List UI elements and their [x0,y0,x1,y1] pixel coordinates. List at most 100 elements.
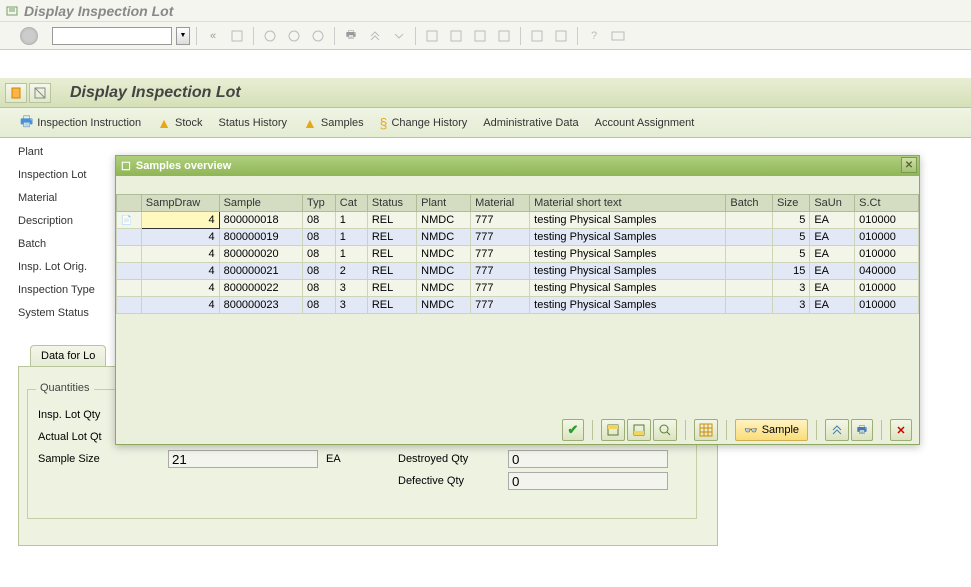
cell-saun[interactable]: EA [810,280,855,297]
row-selector[interactable] [117,297,142,314]
destroyed-qty-field[interactable] [508,450,668,468]
cell-size[interactable]: 5 [773,246,810,263]
cell-batch[interactable] [726,229,773,246]
find-icon[interactable] [365,26,385,46]
table-row[interactable]: 4800000022083RELNMDC777testing Physical … [117,280,919,297]
info-button[interactable] [5,83,27,103]
cell-status[interactable]: REL [367,263,416,280]
cell-batch[interactable] [726,297,773,314]
column-header[interactable]: Plant [417,195,471,212]
cell-cat[interactable]: 2 [335,263,367,280]
column-header[interactable]: Batch [726,195,773,212]
defective-qty-field[interactable] [508,472,668,490]
cell-shorttext[interactable]: testing Physical Samples [530,246,726,263]
administrative-data-button[interactable]: Administrative Data [483,117,578,129]
cell-shorttext[interactable]: testing Physical Samples [530,297,726,314]
table-row[interactable]: 4800000020081RELNMDC777testing Physical … [117,246,919,263]
cell-saun[interactable]: EA [810,229,855,246]
cell-saun[interactable]: EA [810,212,855,229]
cell-material[interactable]: 777 [471,229,530,246]
cell-size[interactable]: 5 [773,229,810,246]
column-header[interactable]: SaUn [810,195,855,212]
cell-status[interactable]: REL [367,246,416,263]
help-icon[interactable]: ? [584,26,604,46]
print-button[interactable]: 🖶 [851,419,873,441]
cell-typ[interactable]: 08 [303,263,336,280]
cell-plant[interactable]: NMDC [417,297,471,314]
cell-cat[interactable]: 1 [335,212,367,229]
cell-batch[interactable] [726,246,773,263]
cell-size[interactable]: 3 [773,280,810,297]
column-header[interactable]: Material [471,195,530,212]
accept-button[interactable] [20,27,38,45]
cell-plant[interactable]: NMDC [417,212,471,229]
stock-button[interactable]: ▲Stock [157,115,202,131]
cell-status[interactable]: REL [367,229,416,246]
cell-material[interactable]: 777 [471,246,530,263]
cell-sct[interactable]: 010000 [855,280,919,297]
column-header[interactable]: SampDraw [141,195,219,212]
cell-batch[interactable] [726,263,773,280]
table-row[interactable]: 4800000023083RELNMDC777testing Physical … [117,297,919,314]
column-header[interactable]: Cat [335,195,367,212]
cell-shorttext[interactable]: testing Physical Samples [530,229,726,246]
nav-cancel-icon[interactable] [308,26,328,46]
layout-icon[interactable] [608,26,628,46]
row-selector[interactable] [117,280,142,297]
cell-saun[interactable]: EA [810,297,855,314]
cell-status[interactable]: REL [367,212,416,229]
cell-cat[interactable]: 3 [335,297,367,314]
nav-exit-icon[interactable] [284,26,304,46]
next-page-icon[interactable] [470,26,490,46]
samples-grid[interactable]: SampDrawSampleTypCatStatusPlantMaterialM… [116,194,919,314]
cell-size[interactable]: 3 [773,297,810,314]
samples-button[interactable]: ▲Samples [303,115,364,131]
cell-sct[interactable]: 010000 [855,229,919,246]
cell-size[interactable]: 5 [773,212,810,229]
dialog-close-button[interactable]: ✕ [901,157,917,173]
cell-typ[interactable]: 08 [303,229,336,246]
column-header[interactable]: Status [367,195,416,212]
table-row[interactable]: 4800000019081RELNMDC777testing Physical … [117,229,919,246]
cell-batch[interactable] [726,280,773,297]
row-selector[interactable]: 📄 [117,212,142,229]
prev-page-icon[interactable] [446,26,466,46]
command-field[interactable] [52,27,172,45]
back-icon[interactable]: « [203,26,223,46]
cell-status[interactable]: REL [367,280,416,297]
cell-saun[interactable]: EA [810,246,855,263]
change-history-button[interactable]: §Change History [380,115,468,131]
row-selector[interactable] [117,263,142,280]
cell-plant[interactable]: NMDC [417,229,471,246]
new-session-icon[interactable] [527,26,547,46]
shortcut-icon[interactable] [551,26,571,46]
cell-sample[interactable]: 800000018 [219,212,302,229]
sample-size-field[interactable] [168,450,318,468]
cell-sample[interactable]: 800000021 [219,263,302,280]
cell-sampdraw[interactable]: 4 [141,263,219,280]
cell-sampdraw[interactable]: 4 [141,212,219,229]
cell-material[interactable]: 777 [471,212,530,229]
cell-typ[interactable]: 08 [303,297,336,314]
inspection-instruction-button[interactable]: 🖶Inspection Instruction [20,111,141,135]
cell-typ[interactable]: 08 [303,212,336,229]
cell-sct[interactable]: 010000 [855,297,919,314]
tab-data-for-lot[interactable]: Data for Lo [30,345,106,366]
cell-sample[interactable]: 800000023 [219,297,302,314]
sample-button[interactable]: 👓 Sample [735,419,808,441]
cell-sampdraw[interactable]: 4 [141,246,219,263]
table-settings-button[interactable] [694,419,718,441]
cell-sct[interactable]: 040000 [855,263,919,280]
cell-sampdraw[interactable]: 4 [141,229,219,246]
column-header[interactable]: Size [773,195,810,212]
cell-material[interactable]: 777 [471,263,530,280]
confirm-button[interactable]: ✔ [562,419,584,441]
save-icon[interactable] [227,26,247,46]
column-header[interactable]: Material short text [530,195,726,212]
cell-material[interactable]: 777 [471,280,530,297]
cell-sct[interactable]: 010000 [855,246,919,263]
cell-sct[interactable]: 010000 [855,212,919,229]
cell-sample[interactable]: 800000022 [219,280,302,297]
cell-typ[interactable]: 08 [303,280,336,297]
first-page-icon[interactable] [422,26,442,46]
